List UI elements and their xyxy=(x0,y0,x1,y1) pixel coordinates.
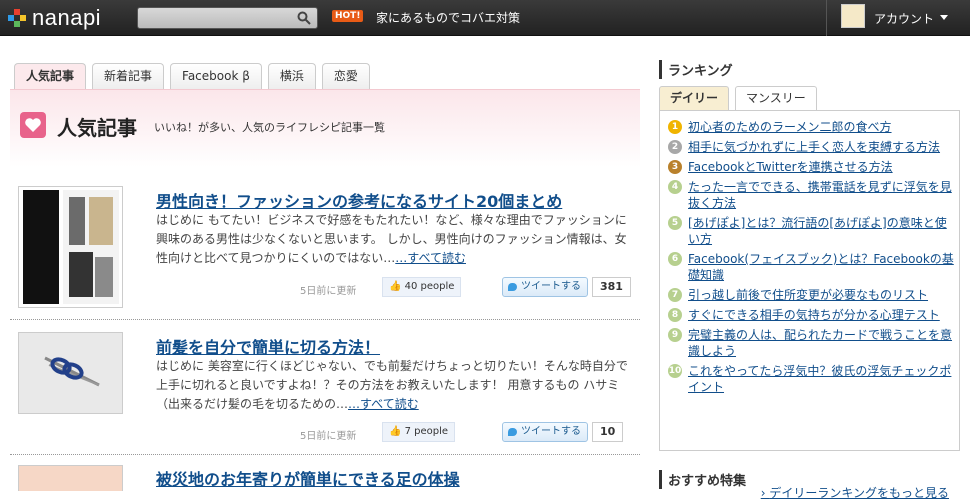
article-item: 男性向き！ファッションの参考になるサイト20個まとめ はじめに もてたい！ビジネ… xyxy=(10,184,640,320)
article-title[interactable]: 被災地のお年寄りが簡単にできる足の体操 xyxy=(156,466,460,490)
ranking-item[interactable]: 10 これをやってたら浮気中？彼氏の浮気チェックポイント xyxy=(668,363,954,395)
tab-facebook[interactable]: Facebook β xyxy=(170,63,262,89)
updated-date: 5日前に更新 xyxy=(300,431,357,442)
rank-number-icon: 4 xyxy=(668,180,682,194)
thumbs-up-icon: 👍 xyxy=(389,426,402,437)
ranking-item-title: 初心者のためのラーメン二郎の食べ方 xyxy=(688,120,892,134)
article-thumbnail[interactable] xyxy=(18,465,123,491)
more-ranking-link[interactable]: › デイリーランキングをもっと見る xyxy=(761,484,949,501)
avatar xyxy=(841,4,865,28)
tweet-button-label: ツイートする xyxy=(521,281,581,292)
ranking-item-title: Facebook(フェイスブック)とは？Facebookの基礎知識 xyxy=(688,252,954,282)
rank-number-icon: 2 xyxy=(668,140,682,154)
ranking-item[interactable]: 5 [あげぽよ]とは？流行語の[あげぽよ]の意味と使い方 xyxy=(668,215,954,247)
heart-icon xyxy=(20,112,46,138)
top-bar: nanapi HOT! 家にあるものでコバエ対策 アカウント xyxy=(0,0,970,36)
tab-new[interactable]: 新着記事 xyxy=(92,63,165,89)
featured-heading: おすすめ特集 xyxy=(659,470,746,489)
hot-topic-link[interactable]: 家にあるものでコバエ対策 xyxy=(376,9,520,26)
like-count[interactable]: 👍 7 people xyxy=(382,422,456,442)
rank-number-icon: 1 xyxy=(668,120,682,134)
rank-number-icon: 8 xyxy=(668,308,682,322)
read-more-link[interactable]: …すべて読む xyxy=(395,251,466,265)
read-more-link[interactable]: …すべて読む xyxy=(348,397,419,411)
twitter-bird-icon xyxy=(508,428,517,436)
ranking-heading: ランキング xyxy=(659,60,960,79)
ranking-list: 1 初心者のためのラーメン二郎の食べ方 2 相手に気づかれずに上手く恋人を束縛する方法… xyxy=(668,119,954,399)
ranking-item-title: [あげぽよ]とは？流行語の[あげぽよ]の意味と使い方 xyxy=(688,216,947,246)
logo-text: nanapi xyxy=(32,5,102,30)
like-count[interactable]: 👍 40 people xyxy=(382,277,462,297)
ranking-item[interactable]: 9 完璧主義の人は、配られたカードで戦うことを意識しよう xyxy=(668,327,954,359)
ranking-item[interactable]: 3 FacebookとTwitterを連携させる方法 xyxy=(668,159,954,175)
tab-popular[interactable]: 人気記事 xyxy=(14,63,87,89)
tab-monthly[interactable]: マンスリー xyxy=(735,86,817,110)
article-excerpt: はじめに もてたい！ビジネスで好感をもたれたい！など、様々な理由でファッションに… xyxy=(156,211,634,268)
updated-date: 5日前に更新 xyxy=(300,286,357,297)
rank-number-icon: 5 xyxy=(668,216,682,230)
ranking-item[interactable]: 6 Facebook(フェイスブック)とは？Facebookの基礎知識 xyxy=(668,251,954,283)
ranking-item[interactable]: 8 すぐにできる相手の気持ちが分かる心理テスト xyxy=(668,307,954,323)
thumbs-up-icon: 👍 xyxy=(389,281,402,292)
rank-number-icon: 7 xyxy=(668,288,682,302)
article-item: 前髪を自分で簡単に切る方法！ はじめに 美容室に行くほどじゃない、でも前髪だけち… xyxy=(10,330,640,460)
rank-number-icon: 3 xyxy=(668,160,682,174)
tab-yokohama[interactable]: 横浜 xyxy=(267,63,316,89)
chevron-down-icon xyxy=(940,15,948,20)
ranking-item-title: すぐにできる相手の気持ちが分かる心理テスト xyxy=(688,308,940,322)
ranking-item[interactable]: 2 相手に気づかれずに上手く恋人を束縛する方法 xyxy=(668,139,954,155)
ranking-item[interactable]: 1 初心者のためのラーメン二郎の食べ方 xyxy=(668,119,954,135)
ranking-item-title: たった一言でできる、携帯電話を見ずに浮気を見抜く方法 xyxy=(688,180,952,210)
tweet-count: 10 xyxy=(592,422,624,442)
rank-number-icon: 9 xyxy=(668,328,682,342)
ranking-item-title: FacebookとTwitterを連携させる方法 xyxy=(688,160,893,174)
twitter-bird-icon xyxy=(508,283,517,291)
article-excerpt-text: はじめに もてたい！ビジネスで好感をもたれたい！など、様々な理由でファッションに… xyxy=(156,213,627,265)
more-ranking-label: デイリーランキングをもっと見る xyxy=(769,486,949,500)
like-count-text: 40 people xyxy=(404,281,455,292)
tweet-button[interactable]: ツイートする xyxy=(502,277,588,297)
tweet-button[interactable]: ツイートする xyxy=(502,422,588,442)
rank-number-icon: 6 xyxy=(668,252,682,266)
ranking-item-title: これをやってたら浮気中？彼氏の浮気チェックポイント xyxy=(688,364,952,394)
ranking-item-title: 相手に気づかれずに上手く恋人を束縛する方法 xyxy=(688,140,941,154)
ranking-item[interactable]: 7 引っ越し前後で住所変更が必要なものリスト xyxy=(668,287,954,303)
tab-love[interactable]: 恋愛 xyxy=(321,63,370,89)
tweet-count: 381 xyxy=(592,277,631,297)
account-label: アカウント xyxy=(874,12,935,26)
article-excerpt: はじめに 美容室に行くほどじゃない、でも前髪だけちょっと切りたい！そんな時自分で… xyxy=(156,357,634,414)
ranking-item-title: 引っ越し前後で住所変更が必要なものリスト xyxy=(688,288,929,302)
article-item: 被災地のお年寄りが簡単にできる足の体操 xyxy=(10,463,640,491)
tab-daily[interactable]: デイリー xyxy=(659,86,730,110)
ranking-box: 1 初心者のためのラーメン二郎の食べ方 2 相手に気づかれずに上手く恋人を束縛する方法… xyxy=(659,110,960,500)
page-subtitle: いいね！が多い、人気のライフレシピ記事一覧 xyxy=(154,121,385,134)
article-tabs: 人気記事 新着記事 Facebook β 横浜 恋愛 xyxy=(14,63,370,89)
article-thumbnail[interactable] xyxy=(18,186,123,308)
ranking-item-title: 完璧主義の人は、配られたカードで戦うことを意識しよう xyxy=(688,328,953,358)
section-banner: 人気記事 いいね！が多い、人気のライフレシピ記事一覧 xyxy=(10,89,640,167)
article-thumbnail[interactable] xyxy=(18,332,123,414)
sidebar: ランキング デイリー マンスリー 1 初心者のためのラーメン二郎の食べ方 2 相手に気… xyxy=(659,60,960,500)
hot-badge: HOT! xyxy=(332,10,364,22)
page-title: 人気記事 xyxy=(57,116,137,140)
tweet-button-label: ツイートする xyxy=(521,426,581,437)
divider xyxy=(10,454,640,455)
ranking-item[interactable]: 4 たった一言でできる、携帯電話を見ずに浮気を見抜く方法 xyxy=(668,179,954,211)
nanapi-logo-icon xyxy=(8,9,26,27)
search-input[interactable] xyxy=(137,7,318,29)
logo[interactable]: nanapi xyxy=(8,5,102,30)
account-menu[interactable]: アカウント xyxy=(826,0,970,36)
article-title[interactable]: 男性向き！ファッションの参考になるサイト20個まとめ xyxy=(156,188,562,212)
article-title[interactable]: 前髪を自分で簡単に切る方法！ xyxy=(156,334,380,358)
like-count-text: 7 people xyxy=(404,426,449,437)
ranking-tabs: デイリー マンスリー xyxy=(659,86,817,110)
divider xyxy=(10,319,640,320)
rank-number-icon: 10 xyxy=(668,364,682,378)
search-icon[interactable] xyxy=(297,11,311,25)
